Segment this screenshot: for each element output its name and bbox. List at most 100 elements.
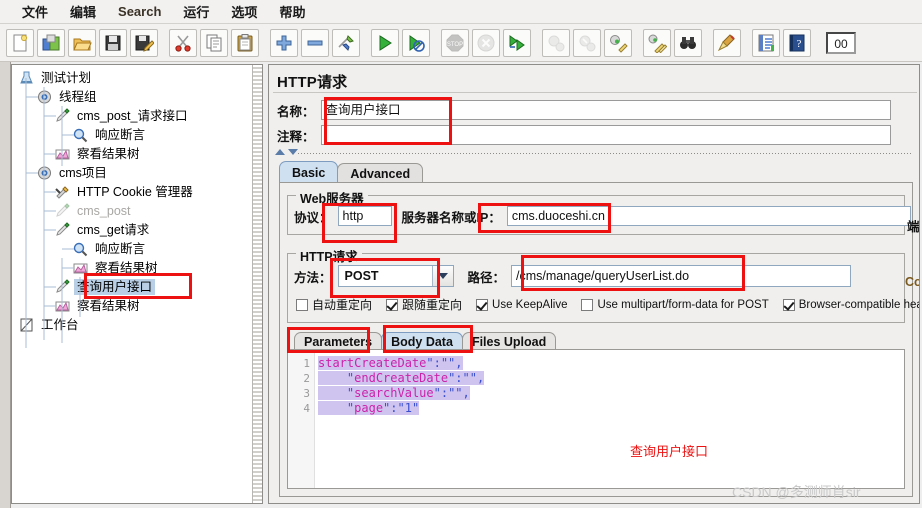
comment-input[interactable] xyxy=(320,125,891,145)
tree-node[interactable]: 响应断言 xyxy=(72,126,148,144)
method-label: 方法： xyxy=(294,270,332,285)
remote-stop-all-icon xyxy=(546,33,566,53)
remote-start-all-button[interactable] xyxy=(503,28,531,57)
stop-button: STOP xyxy=(441,28,469,57)
tab-advanced[interactable]: Advanced xyxy=(337,163,424,183)
body-data-editor[interactable]: 1234 startCreateDate":"", "endCreateDate… xyxy=(287,349,905,489)
search-binoculars-button[interactable] xyxy=(674,28,702,57)
tree-node[interactable]: 察看结果树 xyxy=(54,297,143,315)
request-options-row: 自动重定向 跟随重定向 Use KeepAlive Use multipart/for… xyxy=(296,296,919,313)
clear-all-button[interactable] xyxy=(643,28,671,57)
toolbar-separator xyxy=(534,29,542,57)
tree-node[interactable]: cms_get请求 xyxy=(54,221,152,239)
menu-options[interactable]: 选项 xyxy=(221,0,267,23)
tree-node[interactable]: 响应断言 xyxy=(72,240,148,258)
shutdown-button xyxy=(472,28,500,57)
checkbox-box[interactable] xyxy=(782,298,795,311)
start-play-icon xyxy=(375,33,395,53)
test-plan-tree[interactable]: 测试计划 线程组 cms_post_请求接口 响应断言 察看结果树 cms项目 HTTP C… xyxy=(12,65,253,503)
tree-node-label: 响应断言 xyxy=(95,128,146,142)
path-input[interactable]: /cms/manage/queryUserList.do xyxy=(511,265,852,287)
method-path-row: 方法： POST 路径： /cms/manage/queryUserList.d… xyxy=(294,264,852,288)
checkbox-跟随重定向[interactable]: 跟随重定向 xyxy=(386,296,462,313)
tree-node[interactable]: cms_post_请求接口 xyxy=(54,107,190,125)
collapse-toggles[interactable] xyxy=(275,149,298,155)
tree-node[interactable]: 察看结果树 xyxy=(72,259,161,277)
code-line[interactable]: "page":"1" xyxy=(318,401,420,416)
tree-node[interactable]: HTTP Cookie 管理器 xyxy=(54,183,196,201)
tree-node[interactable]: cms_post xyxy=(54,202,134,220)
checkbox-自动重定向[interactable]: 自动重定向 xyxy=(296,296,372,313)
tree-node[interactable]: 工作台 xyxy=(18,316,82,334)
save-floppy-button[interactable] xyxy=(99,28,127,57)
templates-button[interactable] xyxy=(37,28,65,57)
paste-clipboard-button[interactable] xyxy=(231,28,259,57)
code-selection: "page":"1" xyxy=(318,401,420,415)
checkbox-browser-compatible-headers[interactable]: Browser-compatible headers xyxy=(782,298,919,311)
menu-run[interactable]: 运行 xyxy=(173,0,219,23)
http-sampler-icon xyxy=(54,203,71,219)
code-line[interactable]: startCreateDate":"", xyxy=(318,356,463,371)
menu-edit[interactable]: 编辑 xyxy=(60,0,106,23)
tree-scrollbar[interactable] xyxy=(252,65,262,503)
tree-node-label: 察看结果树 xyxy=(77,299,140,313)
menu-help[interactable]: 帮助 xyxy=(269,0,315,23)
checkbox-box[interactable] xyxy=(581,298,594,311)
content-encoding-label: Con xyxy=(905,275,919,289)
checkbox-box[interactable] xyxy=(476,298,489,311)
protocol-input[interactable]: http xyxy=(337,206,392,226)
collapse-minus-button[interactable] xyxy=(301,28,329,57)
assertion-icon xyxy=(72,241,89,257)
tree-node[interactable]: 线程组 xyxy=(36,88,100,106)
save-as-button[interactable] xyxy=(130,28,158,57)
thread-group-icon xyxy=(36,165,53,181)
open-folder-button[interactable] xyxy=(68,28,96,57)
checkbox-use-multipart-form-data-for-post[interactable]: Use multipart/form-data for POST xyxy=(581,298,769,311)
reset-search-broom-button[interactable] xyxy=(713,28,741,57)
tree-node-label: cms项目 xyxy=(59,166,107,180)
collapse-up-icon[interactable] xyxy=(275,149,285,155)
comment-row: 注释： xyxy=(277,124,913,146)
code-line[interactable]: "searchValue":"", xyxy=(318,386,470,401)
basic-tab-body: Web服务器 协议： http 服务器名称或IP： cms.duoceshi.c… xyxy=(279,182,919,497)
chevron-down-icon[interactable] xyxy=(431,266,453,286)
server-input[interactable]: cms.duoceshi.cn xyxy=(506,206,911,226)
tree-node[interactable]: 察看结果树 xyxy=(54,145,143,163)
checkbox-use-keepalive[interactable]: Use KeepAlive xyxy=(476,298,567,311)
split-divider[interactable] xyxy=(297,152,913,155)
editor-tabs[interactable]: Basic Advanced xyxy=(279,161,424,183)
clear-button[interactable] xyxy=(604,28,632,57)
method-select[interactable]: POST xyxy=(337,265,454,287)
protocol-label: 协议： xyxy=(294,210,332,225)
start-play-button[interactable] xyxy=(371,28,399,57)
web-server-group: Web服务器 协议： http 服务器名称或IP： cms.duoceshi.c… xyxy=(287,188,911,235)
tree-node[interactable]: cms项目 xyxy=(36,164,110,182)
copy-button[interactable] xyxy=(200,28,228,57)
remote-shutdown-all-icon xyxy=(577,33,597,53)
new-document-button[interactable] xyxy=(6,28,34,57)
search-binoculars-icon xyxy=(678,33,698,53)
checkbox-box[interactable] xyxy=(386,298,399,311)
name-input[interactable]: 查询用户接口 xyxy=(320,100,891,120)
line-number: 4 xyxy=(303,402,310,415)
menu-search[interactable]: Search xyxy=(108,2,171,21)
tab-basic[interactable]: Basic xyxy=(279,161,339,183)
request-data-tabs[interactable]: Parameters Body Data Files Upload xyxy=(294,329,557,351)
toggle-button[interactable] xyxy=(332,28,360,57)
code-token: startCreateDate xyxy=(318,356,427,370)
code-line[interactable]: "endCreateDate":"", xyxy=(318,371,485,386)
menu-file[interactable]: 文件 xyxy=(12,0,58,23)
checkbox-box[interactable] xyxy=(296,298,308,311)
cut-scissors-button[interactable] xyxy=(169,28,197,57)
help-book-button[interactable]: ? xyxy=(783,28,811,57)
help-book-icon: ? xyxy=(787,33,807,53)
function-helper-button[interactable] xyxy=(752,28,780,57)
http-request-editor: HTTP请求 名称： 查询用户接口 注释： Basic Advanced Web服… xyxy=(268,64,920,504)
expand-plus-button[interactable] xyxy=(270,28,298,57)
jmeter-window: 文件 编辑 Search 运行 选项 帮助 STOP? 00 测试计划 线程组 cms_post… xyxy=(0,0,922,508)
tree-node[interactable]: 查询用户接口 xyxy=(54,278,156,296)
save-floppy-icon xyxy=(103,33,123,53)
tree-node[interactable]: 测试计划 xyxy=(18,69,94,87)
start-no-pauses-button[interactable] xyxy=(402,28,430,57)
code-token: ":"" xyxy=(426,356,456,370)
